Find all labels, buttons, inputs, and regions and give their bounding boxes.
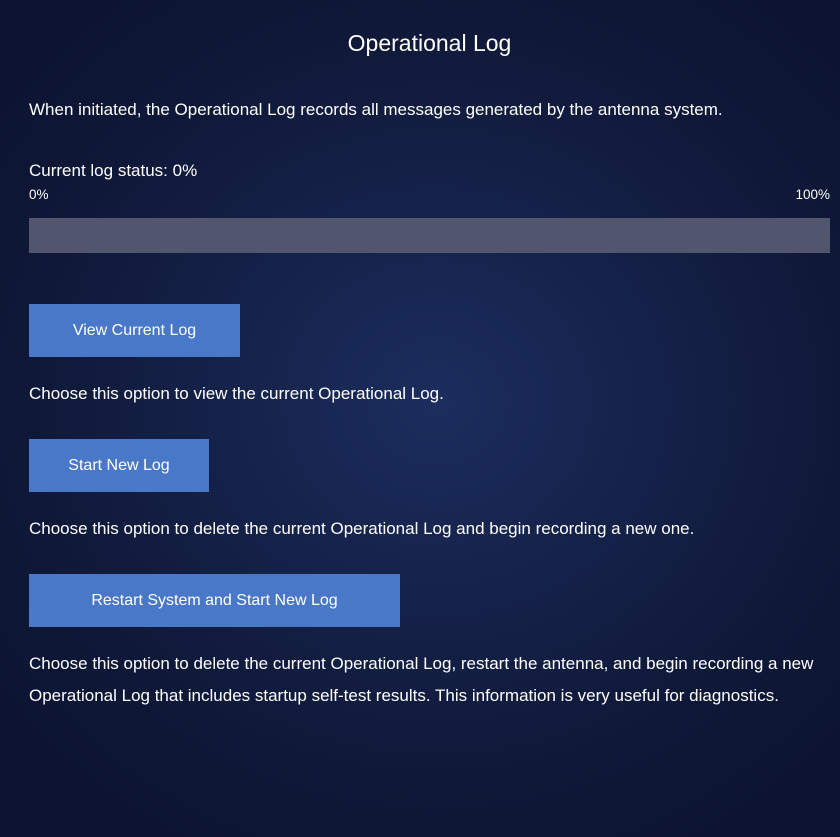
progress-scale-max: 100% [795, 187, 830, 202]
view-current-log-description: Choose this option to view the current O… [29, 384, 444, 403]
progress-scale: 0% 100% [29, 187, 830, 203]
operational-log-page: Operational Log When initiated, the Oper… [0, 0, 840, 837]
intro-text: When initiated, the Operational Log reco… [29, 100, 723, 119]
progress-scale-min: 0% [29, 187, 49, 202]
view-current-log-button[interactable]: View Current Log [29, 304, 240, 357]
page-title: Operational Log [347, 30, 512, 56]
log-progress-bar [29, 218, 830, 253]
start-new-log-button[interactable]: Start New Log [29, 439, 209, 492]
restart-system-and-start-new-log-button[interactable]: Restart System and Start New Log [29, 574, 400, 627]
start-new-log-description: Choose this option to delete the current… [29, 519, 695, 538]
restart-system-description: Choose this option to delete the current… [29, 654, 814, 705]
log-status-label: Current log status: 0% [29, 161, 198, 180]
